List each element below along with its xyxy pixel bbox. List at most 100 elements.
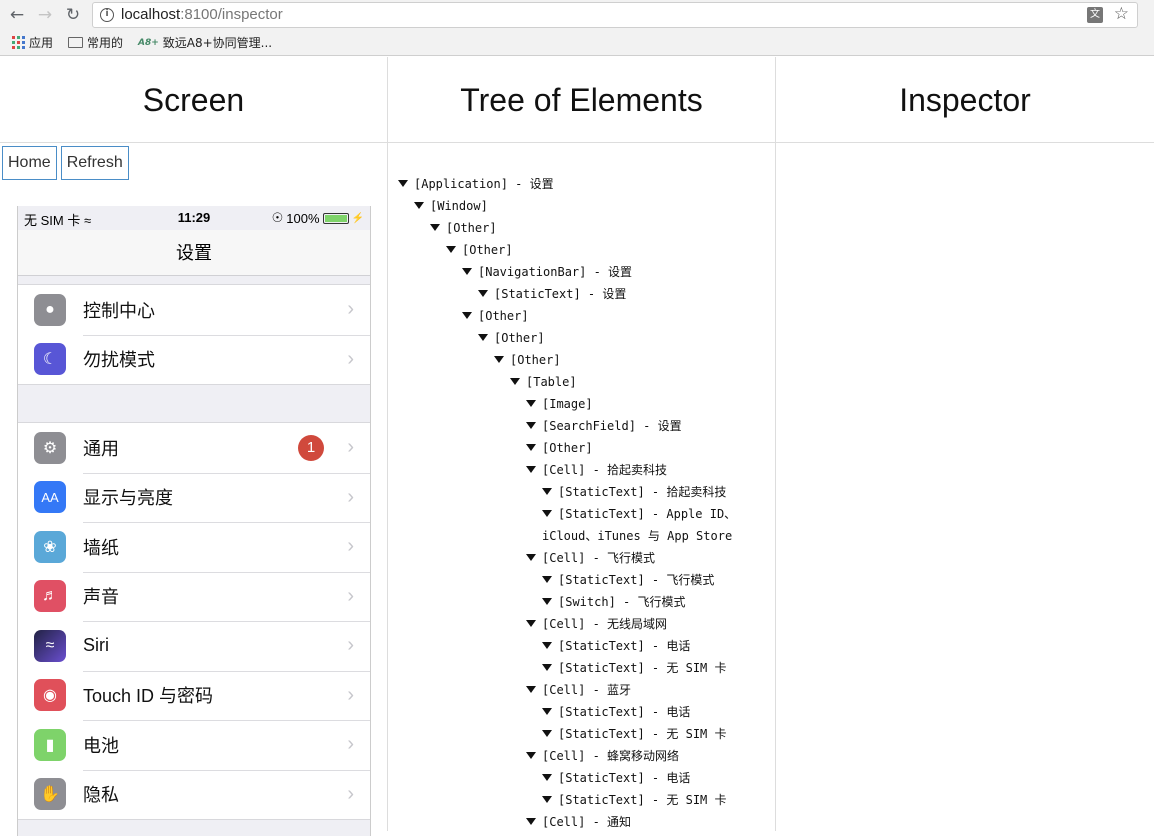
tree-node[interactable]: [StaticText] - 无 SIM 卡 bbox=[398, 789, 768, 811]
bookmark-label: 常用的 bbox=[87, 36, 124, 50]
row-label: Touch ID 与密码 bbox=[83, 686, 214, 707]
back-arrow-icon[interactable]: ← bbox=[6, 4, 28, 26]
row-label: Siri bbox=[83, 635, 109, 656]
expand-triangle-icon[interactable] bbox=[542, 664, 552, 671]
tree-node[interactable]: [Cell] - 通知 bbox=[398, 811, 768, 833]
tree-node[interactable]: [StaticText] - 无 SIM 卡 bbox=[398, 657, 768, 679]
bookmark-common[interactable]: 常用的 bbox=[68, 34, 123, 51]
tree-node-label: [Image] bbox=[542, 397, 593, 411]
bookmark-seeyon[interactable]: A8+ 致远A8+协同管理... bbox=[138, 34, 272, 51]
tree-node[interactable]: [Other] bbox=[398, 305, 768, 327]
settings-row-dnd[interactable]: ☾ 勿扰模式 › bbox=[18, 334, 370, 385]
tree-node[interactable]: [StaticText] - 飞行模式 bbox=[398, 569, 768, 591]
tree-node[interactable]: [Cell] - 蜂窝移动网络 bbox=[398, 745, 768, 767]
nav-title: 设置 bbox=[18, 230, 370, 276]
tree-node[interactable]: [StaticText] - 无 SIM 卡 bbox=[398, 723, 768, 745]
tree-node[interactable]: [Other] bbox=[398, 327, 768, 349]
tree-node[interactable]: [Application] - 设置 bbox=[398, 173, 768, 195]
translate-icon[interactable]: 文 bbox=[1087, 7, 1103, 23]
expand-triangle-icon[interactable] bbox=[446, 246, 456, 253]
expand-triangle-icon[interactable] bbox=[542, 796, 552, 803]
expand-triangle-icon[interactable] bbox=[478, 290, 488, 297]
settings-row-wallpaper[interactable]: ❀ 墙纸 › bbox=[18, 522, 370, 572]
tree-node[interactable]: [Window] bbox=[398, 195, 768, 217]
expand-triangle-icon[interactable] bbox=[414, 202, 424, 209]
address-bar[interactable]: i localhost:8100/inspector 文 ☆ bbox=[92, 2, 1138, 28]
settings-row-sound[interactable]: ♬ 声音 › bbox=[18, 571, 370, 622]
expand-triangle-icon[interactable] bbox=[542, 576, 552, 583]
tree-node[interactable]: [Table] bbox=[398, 371, 768, 393]
expand-triangle-icon[interactable] bbox=[542, 774, 552, 781]
expand-triangle-icon[interactable] bbox=[542, 708, 552, 715]
tree-node[interactable]: [StaticText] - Apple ID、iCloud、iTunes 与 … bbox=[398, 503, 768, 547]
expand-triangle-icon[interactable] bbox=[462, 268, 472, 275]
settings-row-battery[interactable]: ▮ 电池 › bbox=[18, 720, 370, 770]
tree-node[interactable]: [Other] bbox=[398, 437, 768, 459]
expand-triangle-icon[interactable] bbox=[398, 180, 408, 187]
expand-triangle-icon[interactable] bbox=[526, 554, 536, 561]
bookmark-apps[interactable]: 应用 bbox=[12, 34, 53, 51]
expand-triangle-icon[interactable] bbox=[526, 422, 536, 429]
expand-triangle-icon[interactable] bbox=[542, 730, 552, 737]
settings-row-touchid[interactable]: ◉ Touch ID 与密码 › bbox=[18, 670, 370, 721]
expand-triangle-icon[interactable] bbox=[542, 598, 552, 605]
tree-node[interactable]: [Switch] - 飞行模式 bbox=[398, 591, 768, 613]
expand-triangle-icon[interactable] bbox=[494, 356, 504, 363]
tree-node-label: [StaticText] - 无 SIM 卡 bbox=[558, 793, 727, 807]
expand-triangle-icon[interactable] bbox=[478, 334, 488, 341]
info-icon[interactable]: i bbox=[100, 8, 114, 22]
expand-triangle-icon[interactable] bbox=[430, 224, 440, 231]
row-label: 墙纸 bbox=[83, 537, 119, 558]
tree-node[interactable]: [Other] bbox=[398, 349, 768, 371]
reload-icon[interactable]: ↻ bbox=[62, 4, 84, 26]
siri-icon: ≈ bbox=[34, 629, 66, 662]
tree-node[interactable]: [Cell] - 无线局域网 bbox=[398, 613, 768, 635]
bookmark-star-icon[interactable]: ☆ bbox=[1114, 4, 1129, 24]
expand-triangle-icon[interactable] bbox=[542, 510, 552, 517]
tree-node-label: [StaticText] - 无 SIM 卡 bbox=[558, 727, 727, 741]
expand-triangle-icon[interactable] bbox=[526, 686, 536, 693]
forward-arrow-icon[interactable]: → bbox=[34, 4, 56, 26]
settings-row-privacy[interactable]: ✋ 隐私 › bbox=[18, 769, 370, 820]
tree-node[interactable]: [StaticText] - 电话 bbox=[398, 635, 768, 657]
tree-node[interactable]: [Other] bbox=[398, 239, 768, 261]
settings-row-siri[interactable]: ≈ Siri › bbox=[18, 621, 370, 671]
tree-node[interactable]: [StaticText] - 拾起卖科技 bbox=[398, 481, 768, 503]
tree-node[interactable]: [StaticText] - 电话 bbox=[398, 767, 768, 789]
expand-triangle-icon[interactable] bbox=[526, 400, 536, 407]
tree-node-label: [Window] bbox=[430, 199, 488, 213]
tree-node[interactable]: [StaticText] - 电话 bbox=[398, 701, 768, 723]
status-right: ☉ 100% ⚡ bbox=[272, 210, 364, 226]
expand-triangle-icon[interactable] bbox=[542, 642, 552, 649]
row-label: 电池 bbox=[83, 735, 119, 756]
speaker-icon: ♬ bbox=[34, 580, 66, 613]
expand-triangle-icon[interactable] bbox=[526, 466, 536, 473]
settings-row-general[interactable]: ⚙ 通用 1 › bbox=[18, 423, 370, 473]
device-screenshot[interactable]: 无 SIM 卡 ≈ 11:29 ☉ 100% ⚡ 设置 ● 控制中心 › ☾ 勿… bbox=[17, 206, 371, 836]
tree-node[interactable]: [StaticText] - 设置 bbox=[398, 283, 768, 305]
expand-triangle-icon[interactable] bbox=[542, 488, 552, 495]
expand-triangle-icon[interactable] bbox=[462, 312, 472, 319]
chevron-right-icon: › bbox=[347, 683, 354, 706]
tree-node[interactable]: [SearchField] - 设置 bbox=[398, 415, 768, 437]
url-text[interactable]: localhost:8100/inspector bbox=[121, 6, 283, 23]
row-label: 控制中心 bbox=[83, 300, 155, 321]
expand-triangle-icon[interactable] bbox=[526, 752, 536, 759]
tree-node-label: [StaticText] - 电话 bbox=[558, 771, 691, 785]
tree-node[interactable]: [Cell] - 蓝牙 bbox=[398, 679, 768, 701]
tree-node[interactable]: [Cell] - 拾起卖科技 bbox=[398, 459, 768, 481]
refresh-button[interactable]: Refresh bbox=[60, 146, 129, 180]
expand-triangle-icon[interactable] bbox=[526, 818, 536, 825]
tree-node[interactable]: [Image] bbox=[398, 393, 768, 415]
expand-triangle-icon[interactable] bbox=[510, 378, 520, 385]
settings-row-control-center[interactable]: ● 控制中心 › bbox=[18, 285, 370, 335]
home-button[interactable]: Home bbox=[2, 146, 57, 180]
expand-triangle-icon[interactable] bbox=[526, 620, 536, 627]
tree-node[interactable]: [Cell] - 飞行模式 bbox=[398, 547, 768, 569]
tree-node[interactable]: [Other] bbox=[398, 217, 768, 239]
battery-icon: ▮ bbox=[34, 728, 66, 761]
expand-triangle-icon[interactable] bbox=[526, 444, 536, 451]
moon-icon: ☾ bbox=[34, 343, 66, 376]
tree-node[interactable]: [NavigationBar] - 设置 bbox=[398, 261, 768, 283]
settings-row-display[interactable]: AA 显示与亮度 › bbox=[18, 472, 370, 523]
